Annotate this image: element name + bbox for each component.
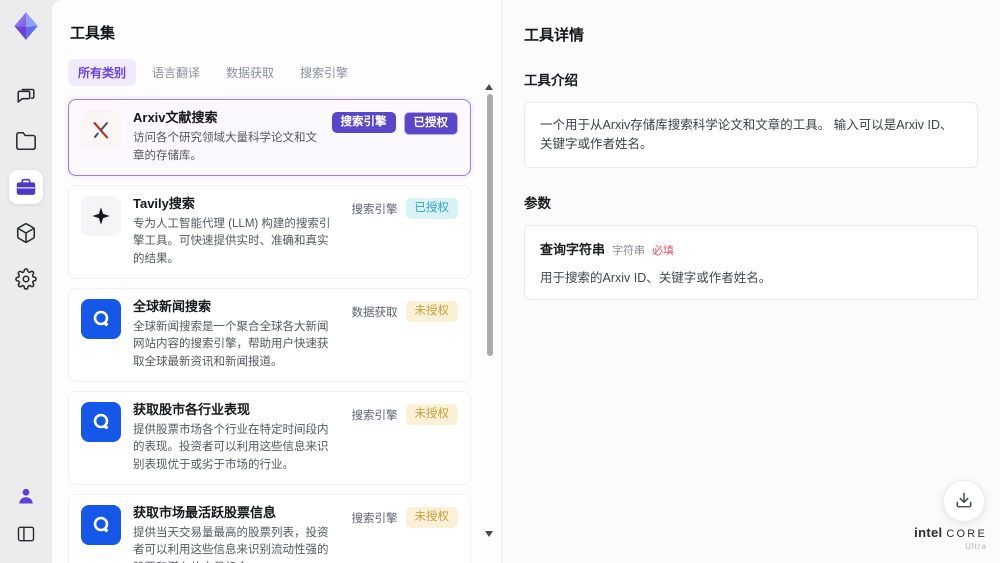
tool-info: 全球新闻搜索全球新闻搜索是一个聚合全球各大新闻网站内容的搜索引擎，帮助用户快速获… <box>133 299 340 371</box>
param-type: 字符串 <box>612 244 646 257</box>
scrollbar-down-arrow[interactable] <box>485 531 493 537</box>
tool-badges: 搜索引擎 未授权 <box>351 402 458 474</box>
intel-sub-label: Ultra <box>965 542 987 551</box>
quark-icon <box>81 504 121 545</box>
arxiv-icon <box>81 110 121 150</box>
page-title: 工具集 <box>70 25 116 42</box>
quark-icon <box>81 298 121 339</box>
sidebar-item-settings[interactable] <box>9 262 43 296</box>
tool-card[interactable]: 全球新闻搜索全球新闻搜索是一个聚合全球各大新闻网站内容的搜索引擎，帮助用户快速获… <box>68 287 471 382</box>
download-button[interactable] <box>943 480 985 522</box>
param-description: 用于搜索的Arxiv ID、关键字或作者姓名。 <box>540 270 772 285</box>
auth-status-badge: 未授权 <box>405 403 458 425</box>
sidebar-item-folder[interactable] <box>9 124 43 158</box>
auth-status-badge: 未授权 <box>405 506 458 528</box>
main-area: 工具集 所有类别 语言翻译 数据获取 搜索引擎 Arxiv文献搜索 访问各个研究领域大量… <box>52 0 1000 563</box>
tool-info: Arxiv文献搜索访问各个研究领域大量科学论文和文章的存储库。 <box>133 110 320 165</box>
tavily-icon <box>81 195 121 236</box>
panel-icon <box>16 524 36 544</box>
package-icon <box>15 222 37 244</box>
auth-status-badge: 已授权 <box>403 112 458 135</box>
download-icon <box>955 491 973 512</box>
intro-heading: 工具介绍 <box>524 73 578 88</box>
tool-description: 访问各个研究领域大量科学论文和文章的存储库。 <box>133 132 317 162</box>
sidebar-item-user[interactable] <box>9 479 43 513</box>
toolbox-icon <box>15 176 37 198</box>
tool-card[interactable]: 获取市场最活跃股票信息提供当天交易量最高的股票列表，投资者可以利用这些信息来识别… <box>68 493 471 563</box>
tool-name: Arxiv文献搜索 <box>133 110 218 125</box>
sidebar-item-chat[interactable] <box>9 78 43 112</box>
sidebar-item-toolbox[interactable] <box>9 170 43 204</box>
tool-name: 获取市场最活跃股票信息 <box>133 504 277 520</box>
tool-detail-panel: 工具详情 工具介绍 一个用于从Arxiv存储库搜索科学论文和文章的工具。 输入可… <box>502 0 1000 563</box>
sidebar-item-package[interactable] <box>9 216 43 250</box>
tool-name: Tavily搜索 <box>133 195 195 211</box>
tool-list-panel: 工具集 所有类别 语言翻译 数据获取 搜索引擎 Arxiv文献搜索 访问各个研究领域大量… <box>52 0 502 563</box>
tool-name: 全球新闻搜索 <box>133 298 212 314</box>
tool-list: Arxiv文献搜索 访问各个研究领域大量科学论文和文章的存储库。 搜索引擎 已授权 Ta… <box>68 99 485 563</box>
sidebar <box>0 0 52 563</box>
intro-box: 一个用于从Arxiv存储库搜索科学论文和文章的工具。 输入可以是Arxiv ID… <box>524 102 978 168</box>
chat-icon <box>15 84 37 106</box>
tool-badges: 搜索引擎 未授权 <box>351 505 458 563</box>
param-header: 查询字符串 字符串 必填 <box>540 239 962 258</box>
scrollbar-up-arrow[interactable] <box>485 84 493 90</box>
sidebar-bottom <box>9 479 43 551</box>
folder-icon <box>15 130 37 152</box>
param-required-badge: 必填 <box>652 244 675 257</box>
tool-card[interactable]: Arxiv文献搜索访问各个研究领域大量科学论文和文章的存储库。 搜索引擎 已授权 <box>68 99 471 176</box>
user-icon <box>16 486 36 506</box>
tool-card[interactable]: 获取股市各行业表现提供股票市场各个行业在特定时间段内的表现。投资者可以利用这些信… <box>68 390 471 485</box>
tab-4[interactable]: 搜索引擎 <box>290 59 358 86</box>
intel-core-logo: intel CORE Ultra <box>914 525 987 551</box>
auth-status-badge: 未授权 <box>405 300 458 322</box>
tool-badges: 数据获取 未授权 <box>351 299 458 371</box>
tab-2[interactable]: 语言翻译 <box>142 59 210 86</box>
settings-icon <box>15 268 37 290</box>
tool-badges: 搜索引擎 已授权 <box>331 110 458 165</box>
app-logo-icon[interactable] <box>8 8 44 44</box>
tool-card[interactable]: Tavily搜索专为人工智能代理 (LLM) 构建的搜索引擎工具。可快速提供实时… <box>68 184 471 279</box>
category-badge: 搜索引擎 <box>351 409 398 422</box>
params-heading: 参数 <box>524 195 551 211</box>
intro-text: 一个用于从Arxiv存储库搜索科学论文和文章的工具。 输入可以是Arxiv ID… <box>540 118 953 151</box>
tool-info: 获取股市各行业表现提供股票市场各个行业在特定时间段内的表现。投资者可以利用这些信… <box>133 402 340 474</box>
scrollbar-thumb[interactable] <box>487 94 493 356</box>
tool-description: 提供当天交易量最高的股票列表，投资者可以利用这些信息来识别流动性强的股票和潜在的… <box>133 527 329 563</box>
core-wordmark: CORE <box>946 528 987 540</box>
tab-1[interactable]: 所有类别 <box>68 59 137 86</box>
auth-status-badge: 已授权 <box>405 197 458 219</box>
tab-3[interactable]: 数据获取 <box>216 59 284 86</box>
tool-description: 全球新闻搜索是一个聚合全球各大新闻网站内容的搜索引擎，帮助用户快速获取全球最新资… <box>133 321 329 368</box>
category-tabs: 所有类别 语言翻译 数据获取 搜索引擎 <box>68 59 485 86</box>
tool-info: Tavily搜索专为人工智能代理 (LLM) 构建的搜索引擎工具。可快速提供实时… <box>133 196 340 268</box>
param-box: 查询字符串 字符串 必填 用于搜索的Arxiv ID、关键字或作者姓名。 <box>524 224 978 300</box>
category-badge: 搜索引擎 <box>331 112 396 133</box>
param-name: 查询字符串 <box>540 241 606 257</box>
tool-description: 提供股票市场各个行业在特定时间段内的表现。投资者可以利用这些信息来识别表现优于或… <box>133 424 329 471</box>
tool-badges: 搜索引擎 已授权 <box>351 196 458 268</box>
tool-name: 获取股市各行业表现 <box>133 401 251 417</box>
sidebar-item-panel[interactable] <box>9 517 43 551</box>
sidebar-nav <box>9 78 43 296</box>
category-badge: 搜索引擎 <box>351 512 398 525</box>
detail-title: 工具详情 <box>524 27 585 44</box>
tool-info: 获取市场最活跃股票信息提供当天交易量最高的股票列表，投资者可以利用这些信息来识别… <box>133 505 340 563</box>
quark-icon <box>81 401 121 442</box>
category-badge: 数据获取 <box>351 306 398 319</box>
category-badge: 搜索引擎 <box>351 203 398 216</box>
tool-description: 专为人工智能代理 (LLM) 构建的搜索引擎工具。可快速提供实时、准确和真实的结… <box>133 218 331 265</box>
intel-wordmark: intel <box>914 525 943 540</box>
